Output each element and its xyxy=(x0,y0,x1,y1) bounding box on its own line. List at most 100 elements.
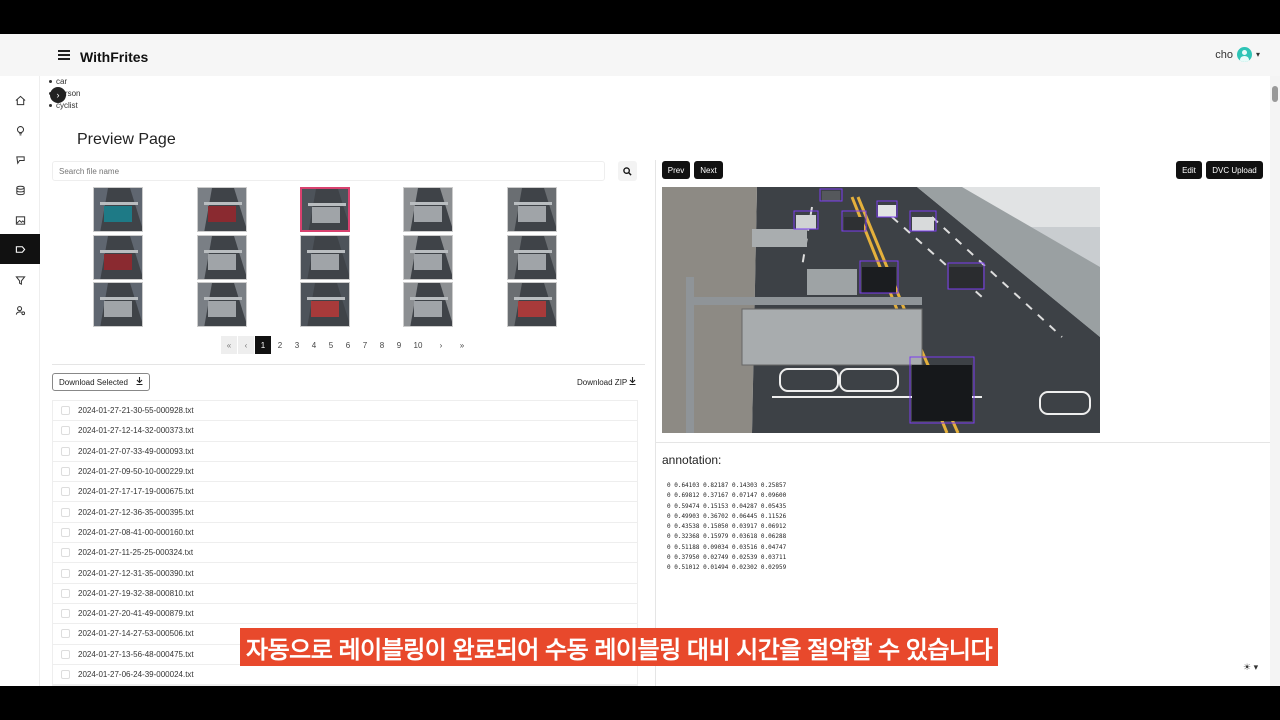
database-icon[interactable] xyxy=(0,176,40,204)
file-name: 2024-01-27-12-36-35-000395.txt xyxy=(78,507,194,517)
page-3-button[interactable]: 3 xyxy=(289,336,305,354)
page-10-button[interactable]: 10 xyxy=(408,336,428,354)
sidebar-toggle-button[interactable]: › xyxy=(50,87,66,103)
thumbnail[interactable] xyxy=(300,282,350,327)
username: cho xyxy=(1215,48,1233,61)
thumbnail[interactable] xyxy=(300,235,350,280)
thumbnail[interactable] xyxy=(197,187,247,232)
page-4-button[interactable]: 4 xyxy=(306,336,322,354)
file-row[interactable]: 2024-01-27-20-41-49-000879.txt xyxy=(53,604,637,625)
theme-toggle[interactable]: ☀ ▾ xyxy=(1243,662,1258,673)
edit-button[interactable]: Edit xyxy=(1176,161,1202,179)
thumbnail[interactable] xyxy=(507,282,557,327)
image-icon[interactable] xyxy=(0,206,40,234)
file-checkbox[interactable] xyxy=(61,446,70,456)
page-2-button[interactable]: 2 xyxy=(272,336,288,354)
page-7-button[interactable]: 7 xyxy=(357,336,373,354)
file-row[interactable]: 2024-01-27-11-25-25-000324.txt xyxy=(53,543,637,564)
file-checkbox[interactable] xyxy=(61,649,70,659)
file-row[interactable]: 2024-01-27-12-14-32-000373.txt xyxy=(53,421,637,442)
thumbnail[interactable] xyxy=(197,235,247,280)
app-window: WithFrites cho ▾ car person cyclist › Pr… xyxy=(0,34,1280,686)
file-checkbox[interactable] xyxy=(61,588,70,598)
chevron-down-icon: ▾ xyxy=(1255,50,1260,59)
menu-icon[interactable] xyxy=(58,50,70,60)
file-checkbox[interactable] xyxy=(61,670,70,679)
annotation-line: 0 0.59474 0.15153 0.04287 0.05435 xyxy=(667,502,787,510)
search-input[interactable] xyxy=(52,161,605,181)
label-icon[interactable] xyxy=(0,234,40,264)
file-row[interactable]: 2024-01-27-08-41-00-000160.txt xyxy=(53,523,637,544)
scrollbar-thumb[interactable] xyxy=(1272,86,1278,102)
divider xyxy=(52,364,645,365)
page-6-button[interactable]: 6 xyxy=(340,336,356,354)
file-row[interactable]: 2024-01-27-06-24-39-000024.txt xyxy=(53,665,637,686)
page-next-button[interactable]: › xyxy=(433,336,449,354)
download-icon xyxy=(136,377,143,387)
file-checkbox[interactable] xyxy=(61,629,70,639)
download-zip-label: Download ZIP xyxy=(577,378,628,387)
user-menu[interactable]: cho ▾ xyxy=(1215,47,1260,62)
page-1-button[interactable]: 1 xyxy=(255,336,271,354)
page-9-button[interactable]: 9 xyxy=(391,336,407,354)
preview-image xyxy=(662,187,1100,433)
divider xyxy=(655,160,656,686)
filter-icon[interactable] xyxy=(0,266,40,294)
thumbnail[interactable] xyxy=(300,187,350,232)
thumbnail[interactable] xyxy=(403,235,453,280)
thumbnail[interactable] xyxy=(507,187,557,232)
file-checkbox[interactable] xyxy=(61,548,70,558)
file-row[interactable]: 2024-01-27-21-30-55-000928.txt xyxy=(53,401,637,422)
file-name: 2024-01-27-09-50-10-000229.txt xyxy=(78,467,194,477)
file-checkbox[interactable] xyxy=(61,406,70,416)
page-5-button[interactable]: 5 xyxy=(323,336,339,354)
pagination: « ‹ 1 2 3 4 5 6 7 8 9 10 › » xyxy=(221,336,471,354)
file-checkbox[interactable] xyxy=(61,426,70,436)
file-row[interactable]: 2024-01-27-12-36-35-000395.txt xyxy=(53,502,637,523)
file-row[interactable]: 2024-01-27-09-50-10-000229.txt xyxy=(53,462,637,483)
page-title: Preview Page xyxy=(77,131,176,148)
thumbnail[interactable] xyxy=(403,187,453,232)
download-selected-button[interactable]: Download Selected xyxy=(52,373,150,391)
prev-button[interactable]: Prev xyxy=(662,161,690,179)
thumbnail[interactable] xyxy=(93,235,143,280)
bulb-icon[interactable] xyxy=(0,116,40,144)
thumbnail[interactable] xyxy=(93,282,143,327)
file-checkbox[interactable] xyxy=(61,568,70,578)
thumbnail[interactable] xyxy=(93,187,143,232)
file-name: 2024-01-27-21-30-55-000928.txt xyxy=(78,406,194,416)
brand-title[interactable]: WithFrites xyxy=(80,49,148,65)
file-name: 2024-01-27-07-33-49-000093.txt xyxy=(78,446,194,456)
file-row[interactable]: 2024-01-27-07-33-49-000093.txt xyxy=(53,442,637,462)
thumbnail[interactable] xyxy=(403,282,453,327)
legend-item: car xyxy=(48,76,80,88)
sidebar xyxy=(0,76,40,686)
file-checkbox[interactable] xyxy=(61,507,70,517)
user-search-icon[interactable] xyxy=(0,296,40,324)
annotation-line: 0 0.49903 0.36702 0.06445 0.11526 xyxy=(667,512,787,520)
file-row[interactable]: 2024-01-27-17-17-19-000675.txt xyxy=(53,482,637,503)
file-checkbox[interactable] xyxy=(61,527,70,537)
file-row[interactable]: 2024-01-27-19-32-38-000810.txt xyxy=(53,584,637,604)
page-8-button[interactable]: 8 xyxy=(374,336,390,354)
thumbnail[interactable] xyxy=(507,235,557,280)
next-button[interactable]: Next xyxy=(694,161,723,179)
file-name: 2024-01-27-11-25-25-000324.txt xyxy=(78,548,194,558)
home-icon[interactable] xyxy=(0,86,40,114)
page-scrollbar[interactable] xyxy=(1270,76,1280,686)
search-icon[interactable] xyxy=(618,161,637,181)
download-icon xyxy=(629,377,636,387)
page-prev-button[interactable]: ‹ xyxy=(238,336,254,354)
file-name: 2024-01-27-13-56-48-000475.txt xyxy=(78,649,194,659)
thumbnail[interactable] xyxy=(197,282,247,327)
page-last-button[interactable]: » xyxy=(454,336,470,354)
file-checkbox[interactable] xyxy=(61,467,70,477)
download-zip-button[interactable]: Download ZIP xyxy=(577,377,636,387)
file-checkbox[interactable] xyxy=(61,609,70,619)
git-icon[interactable] xyxy=(0,146,40,174)
file-row[interactable]: 2024-01-27-12-31-35-000390.txt xyxy=(53,563,637,584)
dvc-upload-button[interactable]: DVC Upload xyxy=(1206,161,1263,179)
page-first-button[interactable]: « xyxy=(221,336,237,354)
file-name: 2024-01-27-12-31-35-000390.txt xyxy=(78,568,194,578)
file-checkbox[interactable] xyxy=(61,487,70,497)
